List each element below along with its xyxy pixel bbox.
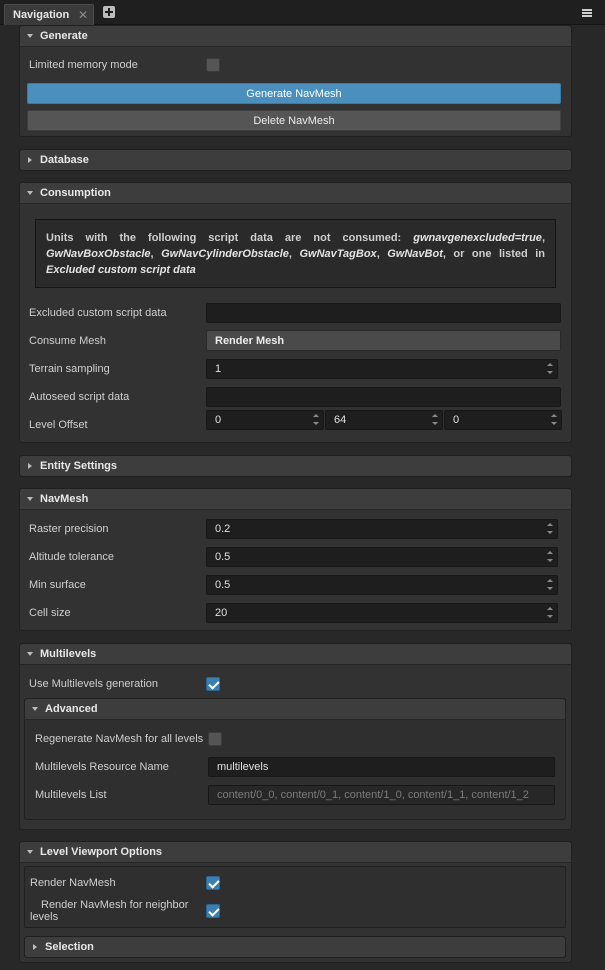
spinner-arrows-icon[interactable] — [547, 362, 553, 376]
multilevels-list-label: Multilevels List — [35, 789, 107, 801]
spinner-arrows-icon[interactable] — [547, 550, 553, 564]
consumption-info-box: Units with the following script data are… — [35, 219, 556, 288]
resource-name-label: Multilevels Resource Name — [35, 761, 169, 773]
raster-precision-label: Raster precision — [29, 523, 109, 535]
tab-bar: Navigation ✕ — [0, 0, 605, 25]
chevron-down-icon — [27, 191, 33, 195]
level-offset-x-value: 0 — [215, 414, 222, 426]
resource-name-input[interactable]: multilevels — [208, 757, 555, 777]
min-surface-value: 0.5 — [215, 579, 231, 591]
chevron-right-icon — [28, 463, 32, 469]
multilevels-title: Multilevels — [40, 648, 97, 660]
entity-settings-title: Entity Settings — [40, 460, 118, 472]
chevron-down-icon — [27, 850, 33, 854]
viewport-render-group — [24, 866, 566, 928]
note-obstacle-cylinder: GwNavCylinderObstacle — [161, 248, 289, 260]
cell-size-stepper[interactable]: 20 — [206, 603, 558, 623]
generate-navmesh-button[interactable]: Generate NavMesh — [27, 83, 561, 104]
note-text-prefix: Units with the following script data are… — [46, 232, 402, 244]
note-excluded: Excluded custom script data — [46, 264, 196, 276]
autoseed-script-data-input[interactable] — [206, 387, 561, 407]
note-bot: GwNavBot — [387, 248, 443, 260]
render-navmesh-label: Render NavMesh — [30, 877, 116, 889]
raster-precision-stepper[interactable]: 0.2 — [206, 519, 558, 539]
navmesh-title: NavMesh — [40, 493, 89, 505]
chevron-down-icon — [27, 652, 33, 656]
tab-navigation[interactable]: Navigation ✕ — [4, 4, 94, 25]
cell-size-value: 20 — [215, 607, 228, 619]
entity-settings-section: Entity Settings — [19, 455, 572, 477]
level-offset-x-stepper[interactable]: 0 — [206, 410, 324, 430]
consume-mesh-dropdown[interactable]: Render Mesh — [206, 330, 561, 351]
level-offset-label: Level Offset — [29, 419, 88, 431]
close-icon[interactable]: ✕ — [78, 8, 88, 22]
database-section: Database — [19, 149, 572, 171]
limited-memory-checkbox[interactable] — [206, 58, 220, 72]
altitude-tolerance-stepper[interactable]: 0.5 — [206, 547, 558, 567]
render-neighbor-checkbox[interactable] — [206, 904, 220, 918]
terrain-sampling-value: 1 — [215, 363, 222, 375]
consumption-title: Consumption — [40, 187, 111, 199]
render-navmesh-checkbox[interactable] — [206, 876, 220, 890]
terrain-sampling-label: Terrain sampling — [29, 363, 110, 375]
tab-navigation-label: Navigation — [13, 9, 70, 21]
spinner-arrows-icon[interactable] — [547, 522, 553, 536]
spinner-arrows-icon[interactable] — [551, 413, 557, 427]
autoseed-script-data-label: Autoseed script data — [29, 391, 130, 403]
level-offset-z-value: 0 — [453, 414, 460, 426]
spinner-arrows-icon[interactable] — [313, 413, 319, 427]
database-title: Database — [40, 154, 89, 166]
altitude-tolerance-value: 0.5 — [215, 551, 231, 563]
min-surface-stepper[interactable]: 0.5 — [206, 575, 558, 595]
generate-header[interactable]: Generate — [20, 26, 571, 47]
level-offset-y-value: 64 — [334, 414, 347, 426]
use-multilevels-checkbox[interactable] — [206, 677, 220, 691]
limited-memory-label: Limited memory mode — [29, 59, 138, 71]
level-offset-z-stepper[interactable]: 0 — [444, 410, 562, 430]
delete-navmesh-button[interactable]: Delete NavMesh — [27, 110, 561, 131]
advanced-header[interactable]: Advanced — [25, 699, 565, 720]
min-surface-label: Min surface — [29, 579, 86, 591]
excluded-script-data-input[interactable] — [206, 303, 561, 323]
multilevels-list-field[interactable]: content/0_0, content/0_1, content/1_0, c… — [208, 785, 555, 805]
selection-header[interactable]: Selection — [25, 937, 565, 957]
multilevels-header[interactable]: Multilevels — [20, 644, 571, 665]
consume-mesh-label: Consume Mesh — [29, 335, 107, 347]
chevron-right-icon — [28, 157, 32, 163]
terrain-sampling-stepper[interactable]: 1 — [206, 359, 558, 379]
note-flag: gwnavgenexcluded=true — [413, 232, 542, 244]
cell-size-label: Cell size — [29, 607, 71, 619]
hamburger-menu-icon[interactable] — [582, 9, 592, 17]
render-neighbor-label: Render NavMesh for neighbor — [41, 899, 189, 911]
excluded-script-data-label: Excluded custom script data — [29, 307, 167, 319]
plus-square-icon[interactable] — [103, 6, 115, 18]
selection-title: Selection — [45, 941, 94, 953]
chevron-right-icon — [33, 944, 37, 950]
raster-precision-value: 0.2 — [215, 523, 231, 535]
note-obstacle-box: GwNavBoxObstacle — [46, 248, 151, 260]
database-header[interactable]: Database — [20, 150, 571, 170]
use-multilevels-label: Use Multilevels generation — [29, 678, 159, 690]
chevron-down-icon — [27, 497, 33, 501]
render-neighbor-label-wrap: levels — [30, 911, 59, 923]
altitude-tolerance-label: Altitude tolerance — [29, 551, 114, 563]
regenerate-all-levels-label: Regenerate NavMesh for all levels — [35, 733, 204, 745]
note-or-text: , or one listed in — [442, 248, 545, 260]
advanced-title: Advanced — [45, 703, 98, 715]
chevron-down-icon — [32, 707, 38, 711]
viewport-options-header[interactable]: Level Viewport Options — [20, 842, 571, 863]
spinner-arrows-icon[interactable] — [547, 606, 553, 620]
chevron-down-icon — [27, 34, 33, 38]
selection-subsection: Selection — [24, 936, 566, 958]
consumption-header[interactable]: Consumption — [20, 183, 571, 204]
spinner-arrows-icon[interactable] — [547, 578, 553, 592]
note-tagbox: GwNavTagBox — [299, 248, 377, 260]
spinner-arrows-icon[interactable] — [432, 413, 438, 427]
regenerate-all-levels-checkbox[interactable] — [208, 732, 222, 746]
level-offset-y-stepper[interactable]: 64 — [325, 410, 443, 430]
viewport-options-title: Level Viewport Options — [40, 846, 163, 858]
generate-title: Generate — [40, 30, 88, 42]
navmesh-header[interactable]: NavMesh — [20, 489, 571, 510]
entity-settings-header[interactable]: Entity Settings — [20, 456, 571, 476]
